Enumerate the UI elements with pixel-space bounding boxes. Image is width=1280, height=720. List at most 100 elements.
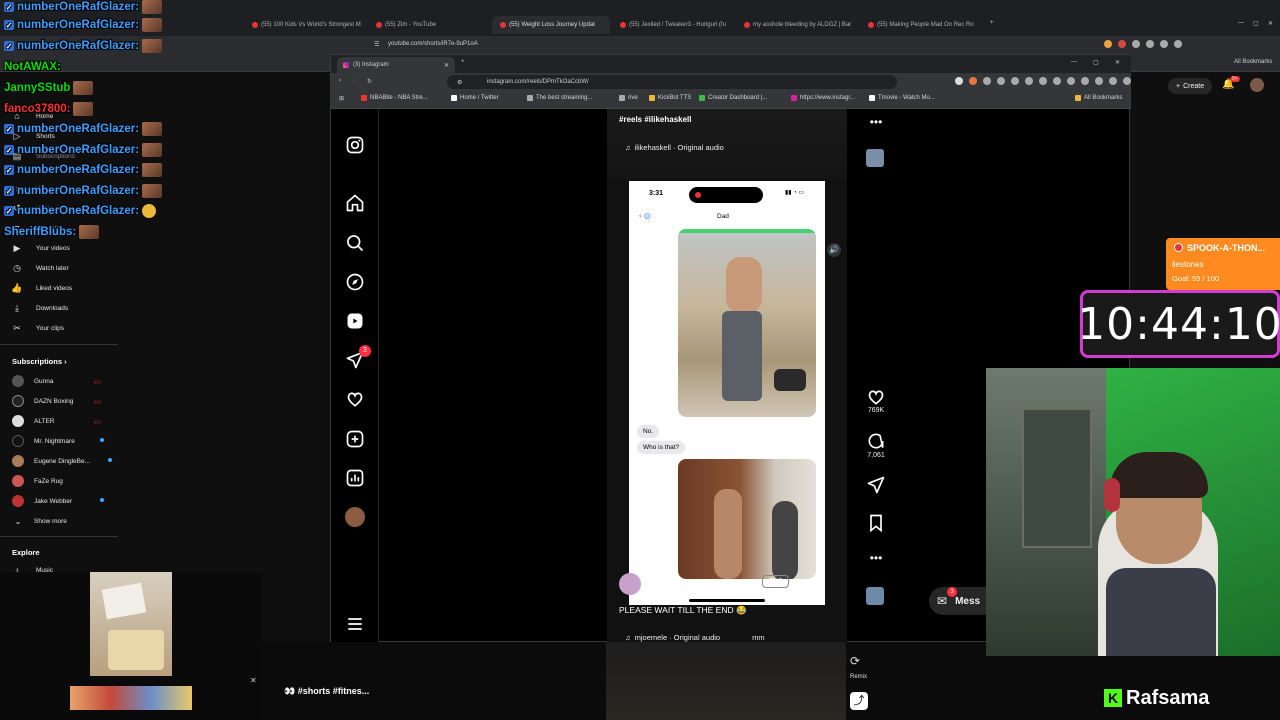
extension-icon[interactable] [1132,40,1140,48]
close-icon[interactable]: ✕ [1268,20,1273,27]
bookmark[interactable]: The best streaming... [527,95,592,101]
close-icon[interactable]: ✕ [250,676,257,685]
extension-icon[interactable] [1081,77,1089,85]
url-bar[interactable]: ⚙ instagram.com/reels/DPmTkOaCcbW/ [447,75,897,89]
close-icon[interactable]: ✕ [1115,59,1120,66]
sidebar-sub-faze-rug[interactable]: FaZe Rug [12,474,63,488]
sidebar-sub-jake-webber[interactable]: Jake Webber [12,494,104,508]
reload-icon[interactable]: ↻ [367,78,372,85]
next-short-preview[interactable] [606,642,846,720]
browser-tab[interactable]: (55) Zim - YouTube [376,16,486,34]
insights-icon[interactable] [345,468,365,488]
bookmark[interactable]: Creator Dashboard |... [699,95,767,101]
extension-icon[interactable] [1123,77,1131,85]
extension-icon[interactable] [1118,40,1126,48]
bookmark[interactable]: https://www.instagr... [791,95,855,101]
sidebar-item-your-videos[interactable]: ▶ Your videos [12,241,70,255]
share-icon[interactable] [866,475,886,495]
reel-audio[interactable]: ♫ mjoemele · Original audio mm [625,633,765,642]
author-name[interactable]: mmmjoemele [647,579,698,588]
sidebar-sub-eugene[interactable]: Eugene DingleBe... [12,454,112,468]
sidebar-sub-gunna[interactable]: Gunna ((•)) [12,374,101,388]
avatar[interactable] [1250,78,1264,92]
thumbnail-strip[interactable] [70,686,192,710]
maximize-icon[interactable]: ▢ [1253,20,1259,27]
extension-icon[interactable] [1067,77,1075,85]
site-info-icon[interactable]: ⚙ [457,79,462,86]
sidebar-sub-mr-nightmare[interactable]: Mr. Nightmare [12,434,104,448]
extension-icon[interactable] [1109,77,1117,85]
create-post-icon[interactable] [345,429,365,449]
menu-icon[interactable] [345,614,365,634]
bookmark-icon[interactable] [866,513,886,533]
heart-icon[interactable] [866,387,886,407]
url-text[interactable]: youtube.com/shorts/iR7e-9uP1oA [388,41,478,47]
new-tab-icon[interactable]: + [990,20,994,26]
sidebar-sub-alter[interactable]: ALTER ((•)) [12,414,101,428]
prev-reel-thumbnail[interactable] [866,149,884,167]
close-tab-icon[interactable]: ✕ [444,62,449,69]
url-text[interactable]: instagram.com/reels/DPmTkOaCcbW/ [487,79,589,85]
more-options-icon[interactable]: ••• [861,551,891,565]
remix-icon[interactable]: ⟳ [850,654,860,668]
bookmark[interactable]: KickBot TTS [649,95,691,101]
sidebar-item-watch-later[interactable]: ◷ Watch later [12,261,69,275]
subscriptions-heading[interactable]: Subscriptions › [12,357,67,366]
mini-player[interactable]: ✕ [0,572,262,720]
extension-icon[interactable] [1025,77,1033,85]
create-button[interactable]: + Create [1168,78,1213,94]
sidebar-item-liked[interactable]: 👍 Liked videos [11,281,72,295]
all-bookmarks[interactable]: All Bookmarks [1075,95,1122,101]
reel-prev-audio[interactable]: ♫ ilikehaskell · Original audio [625,143,724,152]
minimize-icon[interactable]: — [1071,59,1077,65]
reels-icon[interactable] [345,311,365,331]
extension-icon[interactable] [1174,40,1182,48]
sidebar-sub-dazn[interactable]: DAZN Boxing ((•)) [12,394,101,408]
search-icon[interactable] [345,233,365,253]
heart-icon[interactable] [345,389,365,409]
extension-icon[interactable] [955,77,963,85]
minimize-icon[interactable]: — [1238,20,1244,26]
browser-tab[interactable]: (55) Jexiled / Tweaker3 - Hurlgurl (fu [620,16,732,34]
extension-icon[interactable] [1011,77,1019,85]
more-options-icon[interactable]: ••• [861,115,891,129]
reel-video[interactable]: #reels #ilikehaskell ♫ ilikehaskell · Ori… [607,109,847,643]
extension-icon[interactable] [1104,40,1112,48]
sidebar-show-more[interactable]: ⌄ Show more [12,514,67,528]
extension-icon[interactable] [983,77,991,85]
sidebar-item-downloads[interactable]: ⤓ Downloads [12,301,68,315]
explore-icon[interactable] [345,272,365,292]
extension-icon[interactable] [1160,40,1168,48]
bookmark[interactable]: Tmovie - Watch Mo... [869,95,935,101]
new-tab-icon[interactable]: + [461,59,465,65]
volume-icon[interactable]: 🔊 [827,243,841,257]
forward-icon[interactable]: › [353,78,355,84]
extension-icon[interactable] [1039,77,1047,85]
share-short-icon[interactable]: ⤴ [850,692,868,710]
extension-icon[interactable] [1053,77,1061,85]
bookmark[interactable]: NBABite - NBA Stre... [361,95,428,101]
browser-tab-active[interactable]: (3) Instagram ✕ [337,57,455,73]
all-bookmarks[interactable]: All Bookmarks [1234,59,1272,65]
sidebar-item-clips[interactable]: ✂ Your clips [12,321,64,335]
profile-avatar[interactable] [345,507,365,527]
browser-tab-active[interactable]: (55) Weight Loss Journey Updat [492,16,610,34]
instagram-logo-icon[interactable] [345,135,365,155]
browser-tab[interactable]: my asshole bleeding by ALDGZ | Bar [744,16,856,34]
extension-icon[interactable] [997,77,1005,85]
extension-icon[interactable] [1146,40,1154,48]
apps-icon[interactable]: ⊞ [339,95,344,102]
bookmark[interactable]: Home / Twitter [451,95,499,101]
audio-thumbnail[interactable] [866,587,884,605]
browser-tab[interactable]: (55) Making People Mad On Rec Ro [868,16,980,34]
extension-icon[interactable] [1095,77,1103,85]
extension-icon[interactable] [969,77,977,85]
maximize-icon[interactable]: ▢ [1093,59,1099,66]
home-icon[interactable] [345,193,365,213]
comment-icon[interactable] [866,431,886,451]
author-avatar[interactable] [619,573,641,595]
bookmark[interactable]: rive [619,95,638,101]
browser-tab[interactable]: (55) 100 Kids Vs World's Strongest M [252,16,362,34]
follow-button[interactable]: Foll [762,575,789,588]
back-icon[interactable]: ‹ [339,78,341,84]
